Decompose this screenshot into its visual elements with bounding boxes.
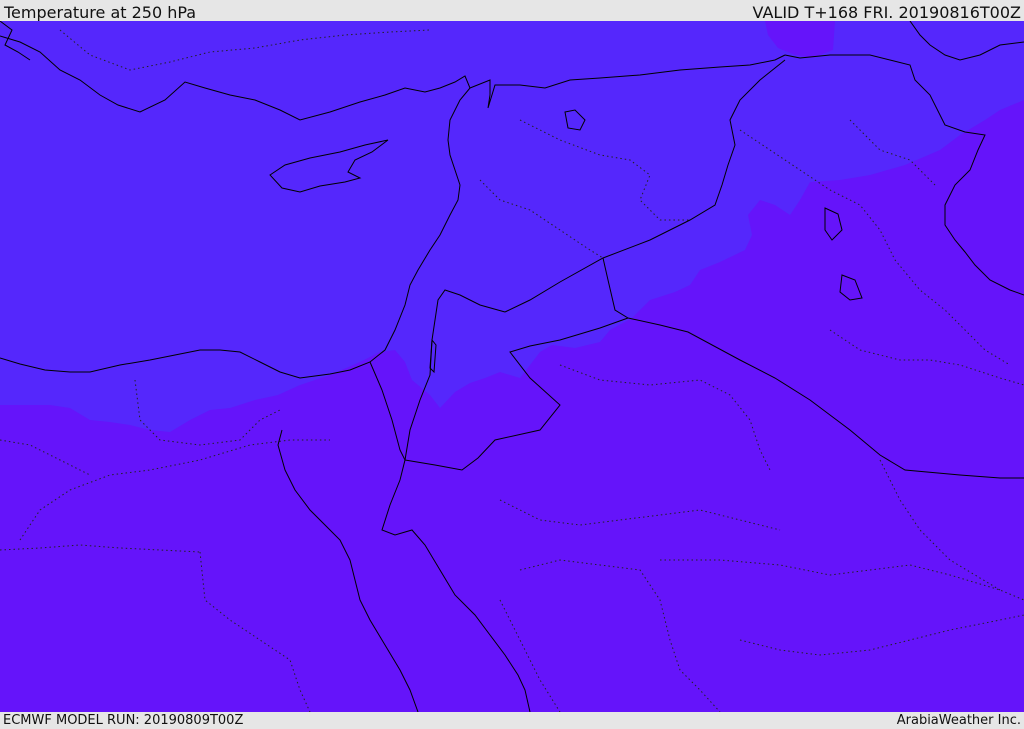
map-canvas: [0, 21, 1024, 712]
model-run-label: ECMWF MODEL RUN: 20190809T00Z: [3, 713, 244, 728]
map-title: Temperature at 250 hPa: [4, 3, 197, 22]
credit-label: ArabiaWeather Inc.: [896, 713, 1021, 728]
footer-bar: ECMWF MODEL RUN: 20190809T00Z ArabiaWeat…: [0, 712, 1024, 729]
weather-map[interactable]: [0, 21, 1024, 712]
valid-time-label: VALID T+168 FRI. 20190816T00Z: [752, 3, 1021, 22]
header-bar: Temperature at 250 hPa VALID T+168 FRI. …: [0, 0, 1024, 22]
